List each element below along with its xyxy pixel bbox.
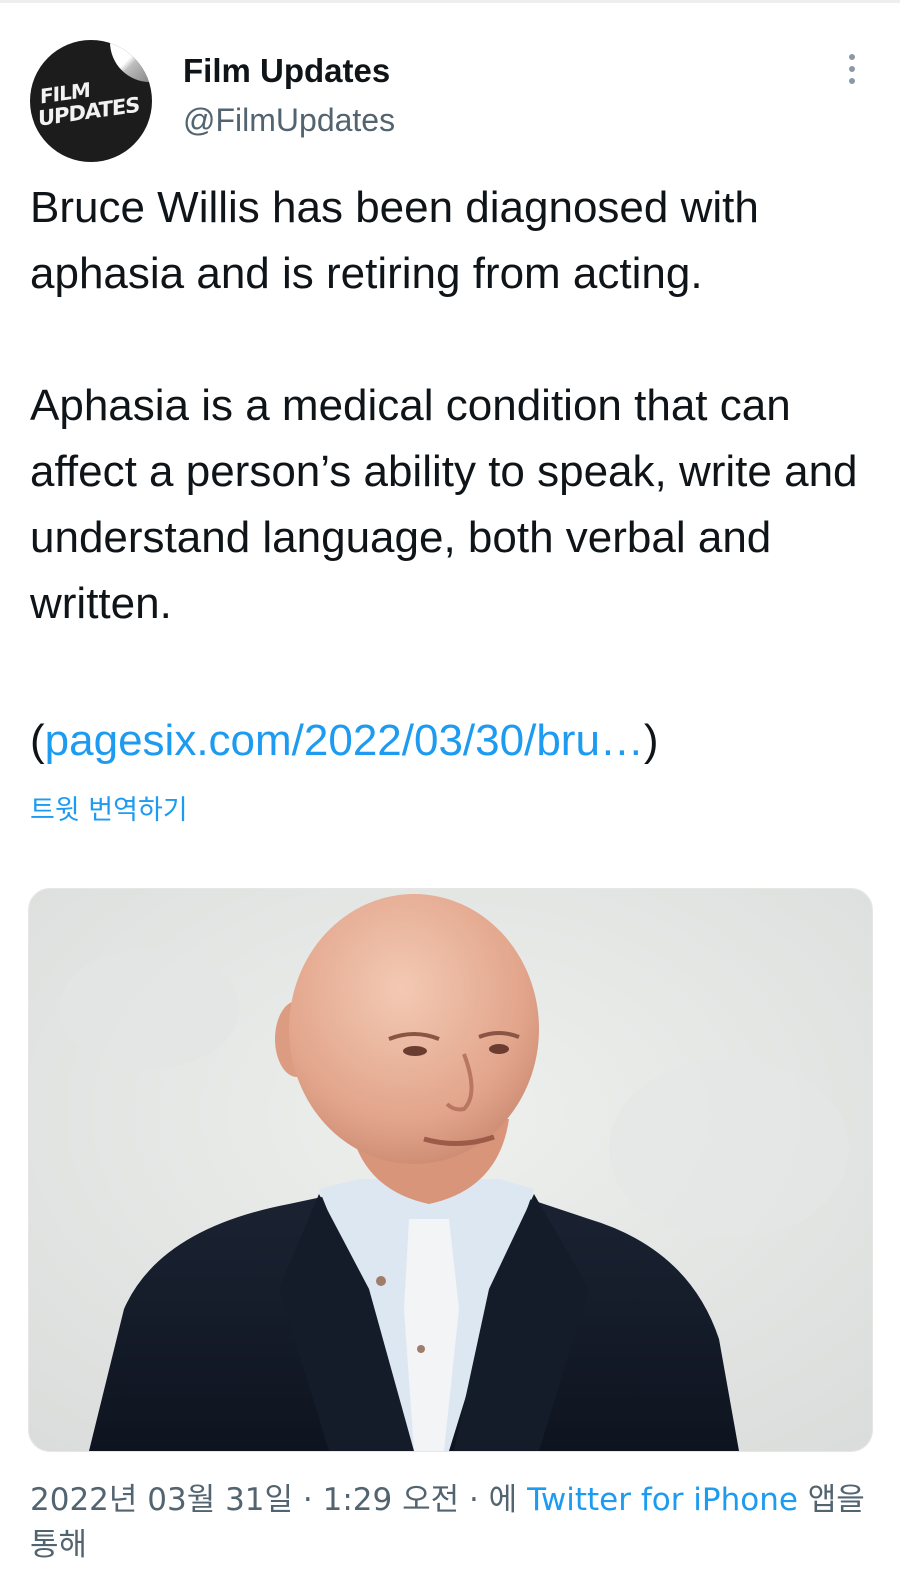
tweet-link-line: (pagesix.com/2022/03/30/bru…)	[30, 708, 659, 774]
tweet-text: Bruce Willis has been diagnosed with aph…	[30, 175, 875, 637]
translate-tweet-link[interactable]: 트윗 번역하기	[30, 788, 188, 827]
author-display-name[interactable]: Film Updates	[183, 52, 390, 90]
tweet-source-link[interactable]: Twitter for iPhone	[527, 1482, 798, 1518]
author-handle[interactable]: @FilmUpdates	[183, 102, 395, 139]
more-options-button[interactable]	[838, 52, 866, 92]
photo-illustration	[29, 889, 872, 1451]
top-divider	[0, 0, 900, 3]
tweet-photo[interactable]	[28, 888, 873, 1452]
tweet-paragraph-1: Bruce Willis has been diagnosed with aph…	[30, 183, 759, 298]
avatar[interactable]: FILM UPDATES	[30, 40, 152, 162]
tweet-timestamp: 2022년 03월 31일 · 1:29 오전 · 에 Twitter for …	[30, 1478, 890, 1568]
more-vertical-icon	[849, 54, 855, 60]
more-vertical-icon-dot	[849, 66, 855, 72]
link-open-paren: (	[30, 716, 45, 765]
timestamp-date-time[interactable]: 2022년 03월 31일 · 1:29 오전 · 에	[30, 1482, 527, 1518]
avatar-logo: FILM UPDATES	[38, 70, 150, 131]
more-vertical-icon-dot	[849, 78, 855, 84]
article-link[interactable]: pagesix.com/2022/03/30/bru…	[45, 716, 644, 765]
link-close-paren: )	[643, 716, 659, 765]
tweet-header: FILM UPDATES Film Updates @FilmUpdates	[0, 30, 900, 162]
tweet-paragraph-2: Aphasia is a medical condition that can …	[30, 381, 858, 628]
